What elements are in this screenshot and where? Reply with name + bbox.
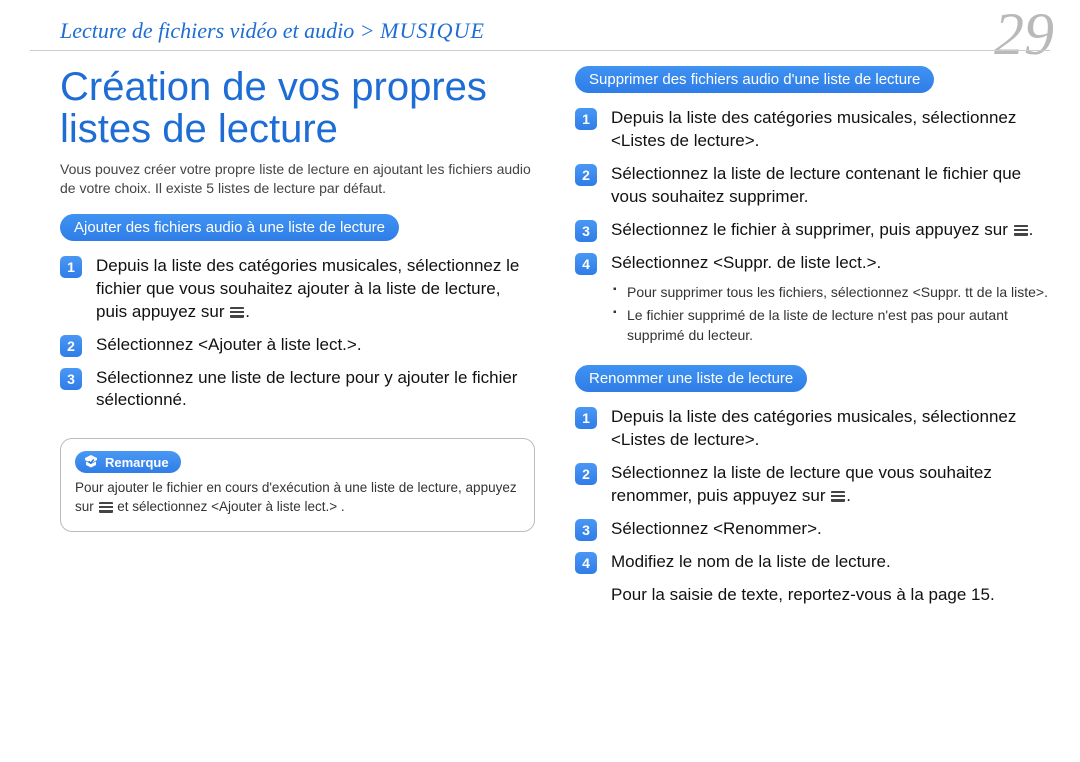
page-number: 29 bbox=[994, 0, 1054, 69]
left-column: Création de vos propres listes de lectur… bbox=[60, 66, 535, 607]
step-text: Depuis la liste des catégories musicales… bbox=[611, 407, 1016, 449]
note-icon bbox=[83, 454, 99, 470]
del-step: Sélectionnez <Suppr. de liste lect.>. Po… bbox=[575, 252, 1050, 346]
ren-step: Sélectionnez la liste de lecture que vou… bbox=[575, 462, 1050, 508]
sub-note: Pour supprimer tous les fichiers, sélect… bbox=[611, 283, 1050, 303]
breadcrumb-section: MUSIQUE bbox=[380, 18, 485, 43]
step-text: . bbox=[245, 302, 250, 321]
del-step: Depuis la liste des catégories musicales… bbox=[575, 107, 1050, 153]
sub-text: Pour supprimer tous les fichiers, sélect… bbox=[627, 284, 1048, 300]
step-text: Depuis la liste des catégories musicales… bbox=[611, 108, 1016, 150]
extra-text: Pour la saisie de texte, reportez-vous à… bbox=[575, 584, 1050, 607]
section-heading-add: Ajouter des fichiers audio à une liste d… bbox=[60, 214, 399, 241]
del-step: Sélectionnez le fichier à supprimer, pui… bbox=[575, 219, 1050, 242]
menu-icon bbox=[1014, 225, 1028, 236]
step-text: . bbox=[846, 486, 851, 505]
sub-notes: Pour supprimer tous les fichiers, sélect… bbox=[611, 279, 1050, 346]
step-text: Sélectionnez <Ajouter à liste lect.>. bbox=[96, 335, 362, 354]
section-heading-delete: Supprimer des fichiers audio d'une liste… bbox=[575, 66, 934, 93]
note-label: Remarque bbox=[75, 451, 181, 473]
steps-add: Depuis la liste des catégories musicales… bbox=[60, 255, 535, 413]
section-heading-rename: Renommer une liste de lecture bbox=[575, 365, 807, 392]
note-label-text: Remarque bbox=[105, 455, 169, 470]
ren-step: Modifiez le nom de la liste de lecture. bbox=[575, 551, 1050, 574]
steps-rename: Depuis la liste des catégories musicales… bbox=[575, 406, 1050, 574]
add-step: Sélectionnez <Ajouter à liste lect.>. bbox=[60, 334, 535, 357]
note-box: Remarque Pour ajouter le fichier en cour… bbox=[60, 438, 535, 532]
note-text: et sélectionnez <Ajouter à liste lect.> … bbox=[114, 499, 345, 514]
ren-step: Sélectionnez <Renommer>. bbox=[575, 518, 1050, 541]
step-text: Sélectionnez une liste de lecture pour y… bbox=[96, 368, 517, 410]
right-column: Supprimer des fichiers audio d'une liste… bbox=[575, 66, 1050, 607]
intro-text: Vous pouvez créer votre propre liste de … bbox=[60, 160, 535, 198]
content-columns: Création de vos propres listes de lectur… bbox=[60, 66, 1050, 607]
sub-text: Le fichier supprimé de la liste de lectu… bbox=[627, 307, 1008, 343]
step-text: . bbox=[1029, 220, 1034, 239]
menu-icon bbox=[99, 502, 113, 513]
breadcrumb: Lecture de fichiers vidéo et audio > MUS… bbox=[60, 18, 1050, 44]
menu-icon bbox=[831, 491, 845, 502]
add-step: Sélectionnez une liste de lecture pour y… bbox=[60, 367, 535, 413]
step-text: Sélectionnez <Renommer>. bbox=[611, 519, 822, 538]
steps-delete: Depuis la liste des catégories musicales… bbox=[575, 107, 1050, 345]
divider bbox=[30, 50, 1050, 51]
sub-note: Le fichier supprimé de la liste de lectu… bbox=[611, 306, 1050, 345]
page-title: Création de vos propres listes de lectur… bbox=[60, 66, 535, 150]
del-step: Sélectionnez la liste de lecture contena… bbox=[575, 163, 1050, 209]
step-text: Sélectionnez la liste de lecture contena… bbox=[611, 164, 1021, 206]
add-step: Depuis la liste des catégories musicales… bbox=[60, 255, 535, 324]
manual-page: Lecture de fichiers vidéo et audio > MUS… bbox=[0, 0, 1080, 762]
step-text: Sélectionnez la liste de lecture que vou… bbox=[611, 463, 992, 505]
ren-step: Depuis la liste des catégories musicales… bbox=[575, 406, 1050, 452]
menu-icon bbox=[230, 307, 244, 318]
note-body: Pour ajouter le fichier en cours d'exécu… bbox=[75, 479, 520, 517]
step-text: Modifiez le nom de la liste de lecture. bbox=[611, 552, 891, 571]
step-text: Sélectionnez <Suppr. de liste lect.>. bbox=[611, 253, 881, 272]
step-text: Depuis la liste des catégories musicales… bbox=[96, 256, 519, 321]
breadcrumb-path: Lecture de fichiers vidéo et audio bbox=[60, 18, 354, 43]
step-text: Sélectionnez le fichier à supprimer, pui… bbox=[611, 220, 1013, 239]
